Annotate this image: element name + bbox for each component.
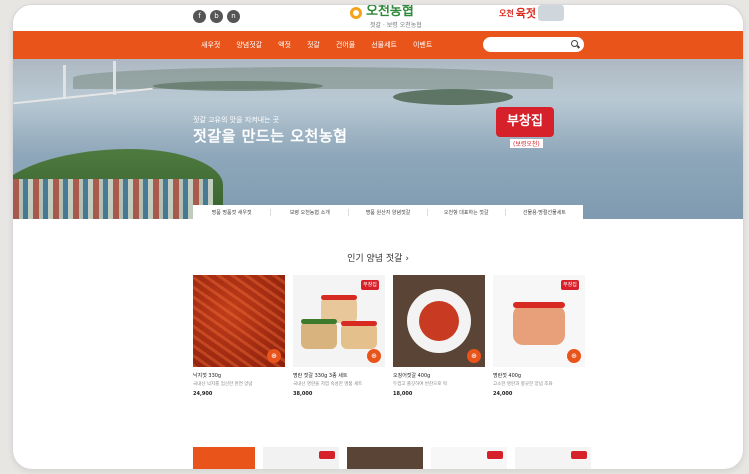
subnav-item[interactable]: 오천항 대표하는 젓갈 [428,208,506,216]
jar-image [513,305,565,345]
jar-lid [301,319,337,324]
hero-tagline: 젓갈 고유의 맛을 지켜내는 곳 [193,116,280,124]
product-image[interactable]: ⊕ [193,275,285,367]
product-price: 24,000 [493,391,513,397]
main-nav: 새우젓 양념젓갈 액젓 젓갈 건어물 선물세트 이벤트 [13,31,743,59]
logo-mark-icon [350,7,362,19]
cart-icon[interactable]: ⊕ [367,349,381,363]
brand-tag: 부창집 [561,280,579,290]
brand-tag-icon [319,451,335,459]
jar-lid [321,295,357,300]
product-image[interactable] [263,447,339,469]
jar-lid [341,321,377,326]
jar-lid [513,302,565,308]
product-price: 24,900 [193,391,213,397]
nav-item-jeotgal[interactable]: 젓갈 [299,31,328,59]
bridge-pylon [63,65,66,99]
hero-subnav: 명품 명품젓 새우젓 보령 오천농협 소개 명품 원산지 양념젓갈 오천항 대표… [193,205,583,219]
blog-icon[interactable]: b [210,10,223,23]
subnav-item[interactable]: 보령 오천농협 소개 [271,208,350,216]
product-price: 38,000 [293,391,313,397]
product-desc: 국내산 명란을 저염 숙성한 명품 세트 [293,382,363,387]
banner-small-text: 오천 [499,8,514,18]
product-desc: 고소한 명란과 향긋한 양념 조화 [493,382,553,387]
product-name[interactable]: 명란 젓갈 330g 3종 세트 [293,372,385,379]
jar-image [301,321,337,349]
product-image[interactable] [515,447,591,469]
browser-frame: f b n 오천농협 젓갈 · 보령 오천농협 오천 육젓 새우젓 양념젓갈 액… [12,4,744,470]
top-header: f b n 오천농협 젓갈 · 보령 오천농협 오천 육젓 [13,5,743,31]
product-image[interactable]: ⊕ [393,275,485,367]
hero-island [393,89,513,105]
nav-item-fish-sauce[interactable]: 액젓 [270,31,299,59]
subnav-item[interactable]: 명품 명품젓 새우젓 [193,208,272,216]
bridge-pylon [113,61,116,95]
jar-image [341,323,377,349]
banner-big-text: 육젓 [515,7,536,20]
product-desc: 국내산 낙지를 엄선한 천연 양념 [193,382,253,387]
product-desc: 두껍고 쫄깃하여 반찬으로 딱 [393,382,447,387]
brand-tag-icon [571,451,587,459]
search-icon[interactable] [571,40,578,47]
cart-icon[interactable]: ⊕ [467,349,481,363]
next-product-row [193,447,591,469]
sns-links: f b n [193,10,240,23]
brand-tag: 부창집 [361,280,379,290]
product-card[interactable]: ⊕ 낙지젓 330g 국내산 낙지를 엄선한 천연 양념 24,900 [193,275,285,397]
product-image[interactable] [347,447,423,469]
product-name[interactable]: 낙지젓 330g [193,372,285,379]
squid-jeotgal-image [419,301,459,341]
facebook-icon[interactable]: f [193,10,206,23]
product-price: 18,000 [393,391,413,397]
naver-icon[interactable]: n [227,10,240,23]
product-image[interactable] [431,447,507,469]
hero-title: 젓갈을 만드는 오천농협 [193,127,348,145]
cart-icon[interactable]: ⊕ [267,349,281,363]
search-input[interactable] [483,37,584,52]
hero-bridge [13,87,153,105]
category-tile[interactable] [193,447,255,469]
section-title[interactable]: 인기 양념 젓갈 › [13,251,743,264]
subnav-item[interactable]: 선물용·명절선물세트 [506,209,583,216]
nav-item-gift-set[interactable]: 선물세트 [363,31,405,59]
nav-item-dried-fish[interactable]: 건어물 [328,31,363,59]
logo-subtitle: 젓갈 · 보령 오천농협 [370,22,422,29]
subnav-item[interactable]: 명품 원산지 양념젓갈 [349,208,428,216]
hero-banner: 젓갈 고유의 맛을 지켜내는 곳 젓갈을 만드는 오천농협 부창집 (보령오천)… [13,59,743,219]
product-card[interactable]: 부창집 ⊕ 명란 젓갈 330g 3종 세트 국내산 명란을 저염 숙성한 명품… [293,275,385,397]
brand-badge-sub: (보령오천) [510,139,543,148]
nav-item-event[interactable]: 이벤트 [405,31,440,59]
product-name[interactable]: 오징어젓갈 400g [393,372,485,379]
hero-island-far [153,81,323,91]
nav-item-shrimp[interactable]: 새우젓 [193,31,228,59]
cart-icon[interactable]: ⊕ [567,349,581,363]
nav-item-seasoned[interactable]: 양념젓갈 [228,31,270,59]
site-logo[interactable]: 오천농협 젓갈 · 보령 오천농협 [350,5,422,29]
product-card[interactable]: 부창집 ⊕ 명란젓 400g 고소한 명란과 향긋한 양념 조화 24,000 [493,275,585,397]
product-image[interactable]: 부창집 ⊕ [493,275,585,367]
hero-town [13,179,213,219]
product-name[interactable]: 명란젓 400g [493,372,585,379]
product-can-image [537,5,564,21]
product-card[interactable]: ⊕ 오징어젓갈 400g 두껍고 쫄깃하여 반찬으로 딱 18,000 [393,275,485,397]
product-image[interactable]: 부창집 ⊕ [293,275,385,367]
logo-title: 오천농협 [366,4,414,19]
brand-badge: 부창집 [496,107,554,137]
header-banner[interactable]: 오천 육젓 [499,5,564,21]
brand-tag-icon [487,451,503,459]
product-list: ⊕ 낙지젓 330g 국내산 낙지를 엄선한 천연 양념 24,900 부창집 … [193,275,585,397]
